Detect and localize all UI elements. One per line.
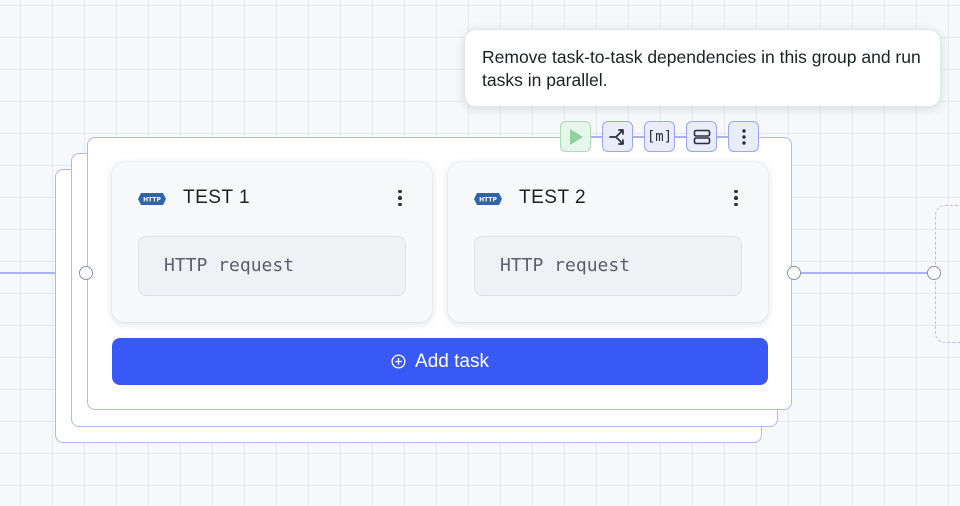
next-node-input-handle[interactable] xyxy=(927,266,941,280)
task-menu-icon[interactable] xyxy=(392,188,408,208)
incoming-edge xyxy=(0,272,56,274)
group-menu-button[interactable] xyxy=(728,121,759,152)
toolbar-connector xyxy=(591,135,602,138)
layers-icon xyxy=(693,129,710,144)
play-icon xyxy=(569,128,583,145)
tooltip-text: Remove task-to-task dependencies in this… xyxy=(482,47,921,90)
toolbar-connector xyxy=(633,135,644,138)
task-card-test-1[interactable]: HTTP TEST 1 HTTP request xyxy=(112,162,432,322)
group-input-handle[interactable] xyxy=(79,266,93,280)
task-menu-icon[interactable] xyxy=(728,188,744,208)
group-output-handle[interactable] xyxy=(787,266,801,280)
parallel-branch-icon xyxy=(608,128,624,145)
plus-circle-icon xyxy=(391,354,406,369)
collapse-button[interactable] xyxy=(686,121,717,152)
matrix-button[interactable]: [m] xyxy=(644,121,675,152)
http-icon: HTTP xyxy=(138,193,166,205)
add-task-button[interactable]: Add task xyxy=(112,338,768,385)
task-type-label: HTTP request xyxy=(138,236,406,296)
http-icon-text: HTTP xyxy=(479,197,497,204)
group-toolbar: [m] xyxy=(560,120,759,153)
parallel-button[interactable] xyxy=(602,121,633,152)
more-vertical-icon xyxy=(741,128,746,145)
outgoing-edge xyxy=(800,272,928,274)
parallel-tooltip: Remove task-to-task dependencies in this… xyxy=(464,29,941,107)
toolbar-connector xyxy=(675,135,686,138)
task-title: TEST 2 xyxy=(519,187,587,208)
http-icon: HTTP xyxy=(474,193,502,205)
task-card-test-2[interactable]: HTTP TEST 2 HTTP request xyxy=(448,162,768,322)
toolbar-connector xyxy=(717,135,728,138)
matrix-brackets-icon: [m] xyxy=(646,128,673,145)
task-type-label: HTTP request xyxy=(474,236,742,296)
task-title: TEST 1 xyxy=(183,187,251,208)
run-button[interactable] xyxy=(560,121,591,152)
add-task-label: Add task xyxy=(415,350,489,372)
http-icon-text: HTTP xyxy=(143,197,161,204)
